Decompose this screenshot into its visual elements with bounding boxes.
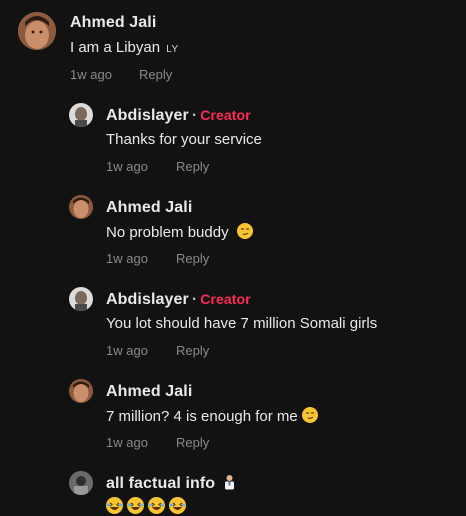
smirk-emoji-icon (301, 407, 318, 423)
comment-author: Abdislayer · Creator (106, 107, 251, 125)
comment-timestamp: 1w ago (70, 67, 112, 82)
comment-text: No problem buddy (106, 223, 253, 241)
comment-timestamp: 1w ago (106, 159, 148, 174)
author-name[interactable]: Abdislayer (106, 107, 189, 124)
reply-button[interactable]: Reply (176, 159, 209, 174)
smirk-emoji-icon (236, 223, 253, 239)
comment-body: 7 million? 4 is enough for me (106, 408, 298, 425)
laughing-emoji-icon (106, 497, 123, 514)
comment-body: Thanks for your service (106, 131, 262, 148)
comment-timestamp: 1w ago (106, 343, 148, 358)
comment-body: No problem buddy (106, 224, 229, 241)
separator-dot: · (191, 291, 198, 308)
comment-body: I am a Libyan (70, 39, 161, 56)
separator-dot: · (191, 107, 198, 124)
laughing-emoji-icon (148, 497, 165, 514)
creator-badge: Creator (200, 291, 251, 307)
flag-icon-libya: LY (166, 44, 179, 55)
creator-badge: Creator (200, 107, 251, 123)
avatar[interactable] (69, 195, 93, 219)
comment-author[interactable]: Ahmed Jali (106, 199, 192, 217)
comment-author[interactable]: Ahmed Jali (106, 383, 192, 401)
emoji-row (106, 497, 190, 516)
comment-author: Abdislayer · Creator (106, 291, 251, 309)
avatar[interactable] (69, 287, 93, 311)
comment-text: 7 million? 4 is enough for me (106, 407, 318, 425)
comment-text: I am a Libyan LY (70, 39, 179, 56)
avatar[interactable] (69, 103, 93, 127)
comment-timestamp: 1w ago (106, 435, 148, 450)
avatar[interactable] (69, 379, 93, 403)
reply-button[interactable]: Reply (176, 435, 209, 450)
laughing-emoji-icon (169, 497, 186, 514)
comment-author: all factual info (106, 474, 237, 493)
comment-timestamp: 1w ago (106, 251, 148, 266)
reply-button[interactable]: Reply (176, 251, 209, 266)
comment-body: You lot should have 7 million Somali gir… (106, 315, 378, 332)
comment-author[interactable]: Ahmed Jali (70, 14, 156, 32)
reply-button[interactable]: Reply (176, 343, 209, 358)
comment-thread: Ahmed Jali I am a Libyan LY 1w ago Reply… (0, 0, 466, 516)
reply-button[interactable]: Reply (139, 67, 172, 82)
scientist-emoji-icon (222, 474, 237, 490)
author-name[interactable]: Abdislayer (106, 291, 189, 308)
avatar[interactable] (69, 471, 93, 495)
avatar[interactable] (18, 12, 56, 50)
laughing-emoji-icon (127, 497, 144, 514)
author-name[interactable]: all factual info (106, 475, 215, 492)
